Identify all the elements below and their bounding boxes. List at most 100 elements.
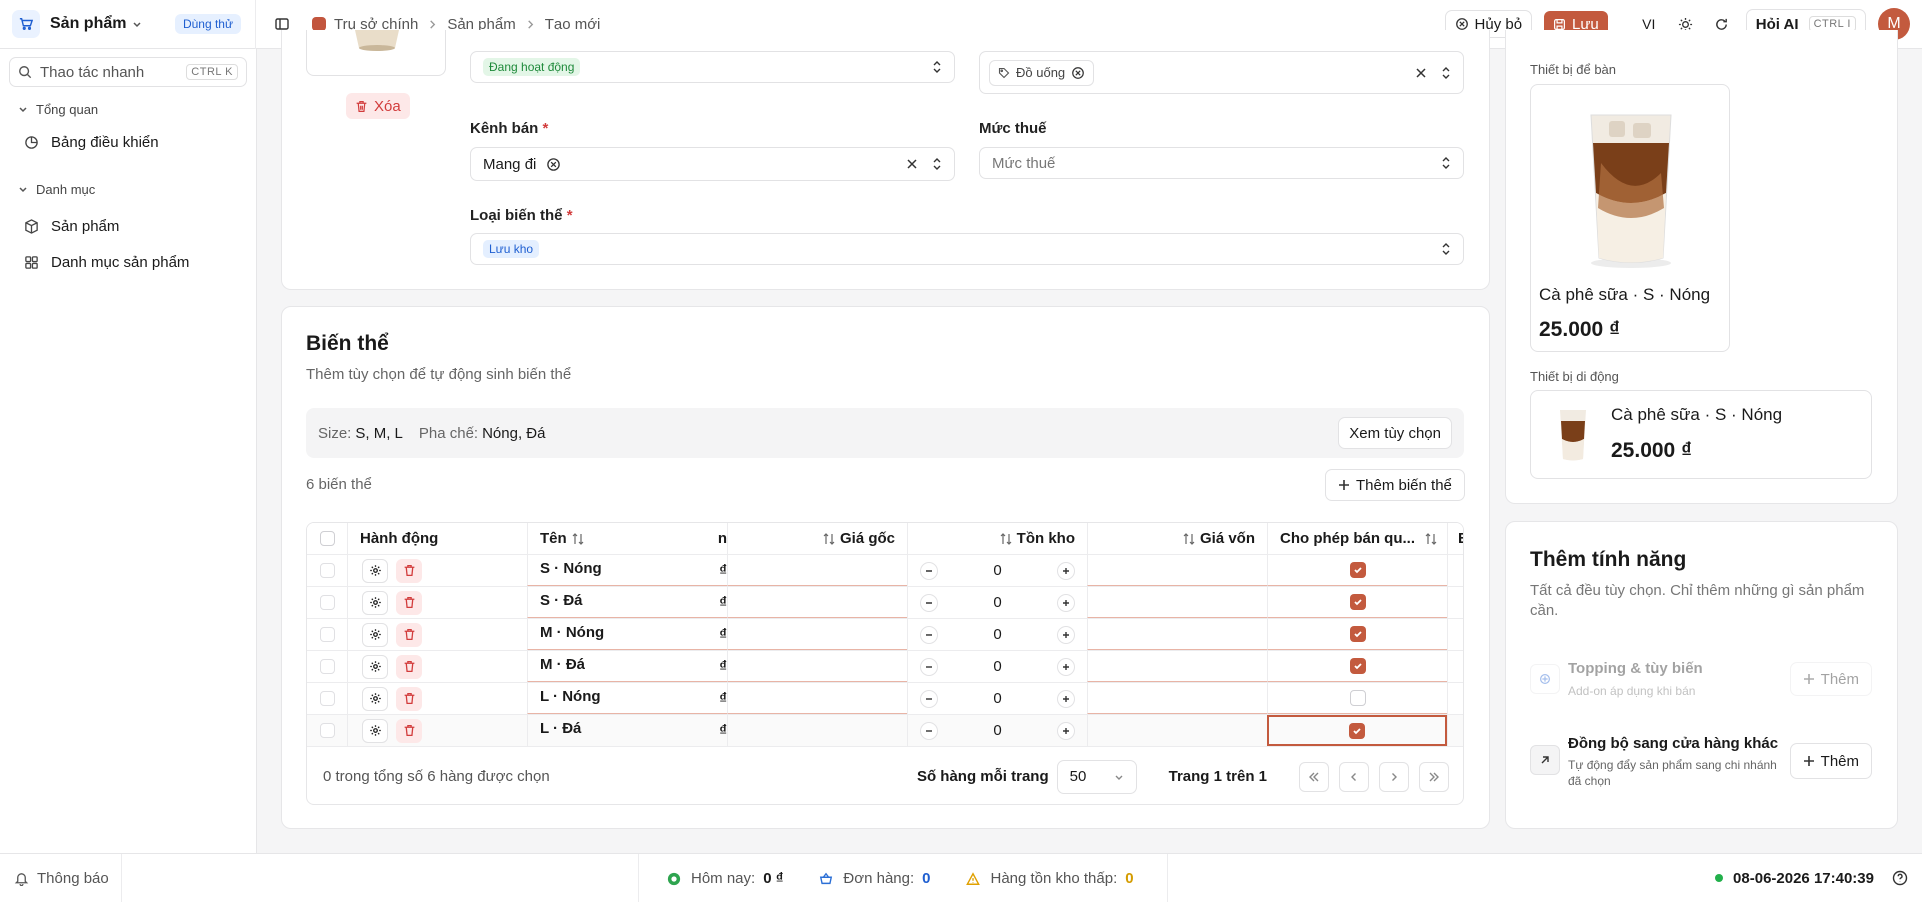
row-checkbox[interactable] [319,723,335,738]
stock-value[interactable]: 0 [938,722,1057,739]
rows-per-page-select[interactable]: 50 [1056,759,1137,794]
row-name[interactable]: L · Nóng [527,683,707,714]
sidebar-item-dashboard[interactable]: Bảng điều khiển [0,127,256,157]
col-base-price[interactable]: Giá gốc [727,523,907,554]
table-row[interactable]: L · Nóng ₫ 0 [307,683,1463,715]
allow-sell-checkbox[interactable] [1349,594,1366,610]
delete-row-button[interactable] [396,590,422,615]
row-cost[interactable] [1087,587,1267,618]
select-all-checkbox[interactable] [319,531,335,546]
stock-value[interactable]: 0 [938,658,1057,675]
increment-button[interactable] [1057,721,1075,740]
row-name[interactable]: M · Nóng [527,619,707,650]
row-base-price[interactable] [727,619,907,650]
prev-page-button[interactable] [1339,761,1369,792]
increment-button[interactable] [1057,657,1075,676]
status-select[interactable]: Đang hoạt động [470,51,955,83]
row-cost[interactable] [1087,619,1267,650]
clear-icon[interactable] [906,158,918,170]
table-row[interactable]: M · Đá ₫ 0 [307,651,1463,683]
product-image-thumb[interactable] [306,30,446,76]
table-row[interactable]: L · Đá ₫ 0 [307,715,1463,747]
decrement-button[interactable] [920,593,938,612]
row-checkbox[interactable] [319,659,335,674]
allow-sell-checkbox[interactable] [1349,722,1365,739]
row-cost[interactable] [1087,715,1267,746]
decrement-button[interactable] [920,689,938,708]
settings-button[interactable] [362,558,388,583]
row-name[interactable]: S · Đá [527,587,707,618]
help-icon[interactable] [1892,870,1908,886]
settings-button[interactable] [362,622,388,647]
stock-value[interactable]: 0 [938,690,1057,707]
channel-select[interactable]: Mang đi [470,147,955,181]
row-name[interactable]: M · Đá [527,651,707,682]
app-switcher[interactable]: Sản phẩm Dùng thử [0,0,256,49]
allow-sell-checkbox[interactable] [1349,562,1366,578]
increment-button[interactable] [1057,593,1075,612]
delete-image-button[interactable]: Xóa [346,93,410,119]
col-name[interactable]: Tên [527,523,707,554]
decrement-button[interactable] [920,657,938,676]
row-base-price[interactable] [727,555,907,586]
col-cost[interactable]: Giá vốn [1087,523,1267,554]
allow-sell-checkbox[interactable] [1349,658,1366,674]
tax-select[interactable]: Mức thuế [979,147,1464,179]
stock-value[interactable]: 0 [938,594,1057,611]
row-name[interactable]: L · Đá [527,715,707,746]
delete-row-button[interactable] [396,622,422,647]
remove-tag-icon[interactable] [1071,66,1085,80]
increment-button[interactable] [1057,625,1075,644]
row-name[interactable]: S · Nóng [527,555,707,586]
decrement-button[interactable] [920,561,938,580]
last-page-button[interactable] [1419,761,1449,792]
row-checkbox[interactable] [319,691,335,706]
quick-action-search[interactable]: Thao tác nhanh CTRL K [9,57,247,87]
row-cost[interactable] [1087,651,1267,682]
table-row[interactable]: M · Nóng ₫ 0 [307,619,1463,651]
stock-value[interactable]: 0 [938,626,1057,643]
remove-channel-icon[interactable] [546,157,561,172]
settings-button[interactable] [362,590,388,615]
settings-button[interactable] [362,718,388,743]
delete-row-button[interactable] [396,558,422,583]
next-page-button[interactable] [1379,761,1409,792]
delete-row-button[interactable] [396,654,422,679]
col-allow-sell[interactable]: Cho phép bán qu... [1267,523,1447,554]
allow-sell-checkbox[interactable] [1349,690,1366,706]
row-checkbox[interactable] [319,627,335,642]
view-options-button[interactable]: Xem tùy chọn [1338,417,1452,449]
row-cost[interactable] [1087,555,1267,586]
first-page-button[interactable] [1299,761,1329,792]
notifications-button[interactable]: Thông báo [0,853,122,902]
decrement-button[interactable] [920,721,938,740]
row-base-price[interactable] [727,587,907,618]
sidebar-item-categories[interactable]: Danh mục sản phẩm [0,247,256,277]
increment-button[interactable] [1057,561,1075,580]
settings-button[interactable] [362,686,388,711]
sidebar-item-products[interactable]: Sản phẩm [0,211,256,241]
tag-select[interactable]: Đồ uống [979,51,1464,94]
row-cost[interactable] [1087,683,1267,714]
add-topping-button[interactable]: Thêm [1789,662,1872,696]
sidebar-group-overview[interactable]: Tổng quan [0,99,256,119]
sidebar-group-catalog[interactable]: Danh mục [0,179,256,199]
col-stock[interactable]: Tồn kho [907,523,1087,554]
row-base-price[interactable] [727,715,907,746]
row-base-price[interactable] [727,683,907,714]
row-base-price[interactable] [727,651,907,682]
row-checkbox[interactable] [319,563,335,578]
table-row[interactable]: S · Nóng ₫ 0 [307,555,1463,587]
table-row[interactable]: S · Đá ₫ 0 [307,587,1463,619]
clear-icon[interactable] [1415,67,1427,79]
add-sync-button[interactable]: Thêm [1789,743,1872,779]
add-variant-button[interactable]: Thêm biến thể [1325,469,1465,501]
variant-type-select[interactable]: Lưu kho [470,233,1464,265]
decrement-button[interactable] [920,625,938,644]
delete-row-button[interactable] [396,718,422,743]
settings-button[interactable] [362,654,388,679]
delete-row-button[interactable] [396,686,422,711]
increment-button[interactable] [1057,689,1075,708]
allow-sell-checkbox[interactable] [1349,626,1366,642]
stock-value[interactable]: 0 [938,562,1057,579]
